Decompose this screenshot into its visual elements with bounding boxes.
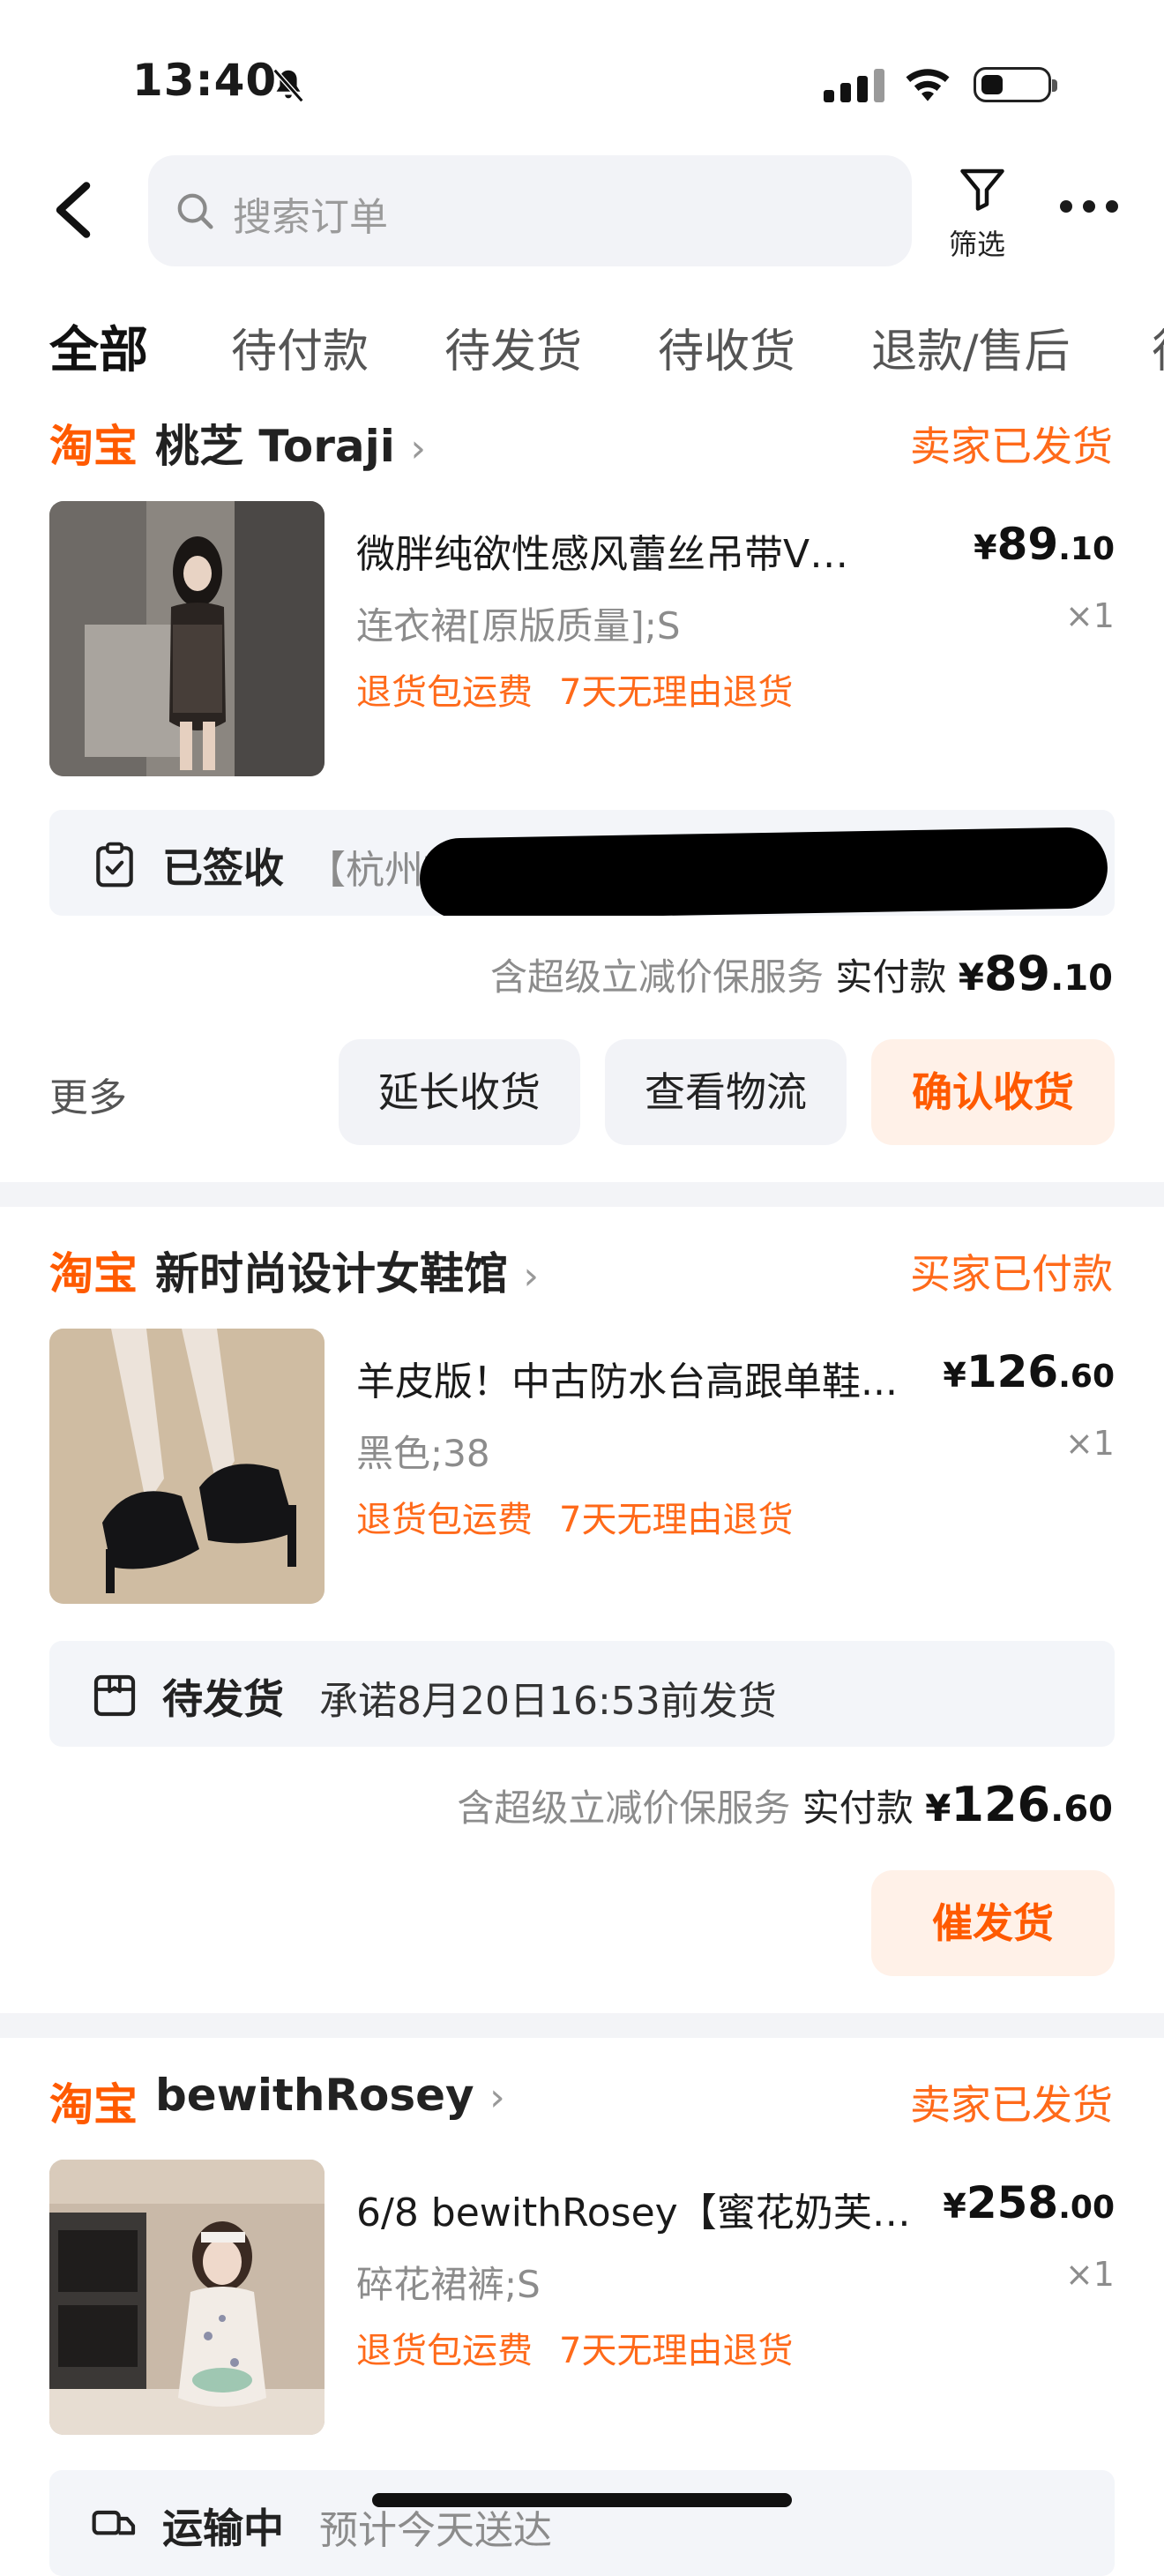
total-currency: ¥	[958, 955, 984, 999]
logistics-bar[interactable]: 运输中 预计今天送达	[49, 2470, 1115, 2576]
product-image[interactable]	[49, 1329, 325, 1604]
logistics-bar[interactable]: 待发货 承诺8月20日16:53前发货	[49, 1641, 1115, 1747]
chevron-right-icon: ›	[489, 2075, 505, 2120]
product-spec: 碎花裙裤;S	[356, 2263, 541, 2306]
filter-icon[interactable]	[956, 162, 1009, 215]
total-amount: ¥89.10	[958, 946, 1113, 1001]
product-price: ¥126.60	[943, 1346, 1115, 1397]
tag-7-day-return: 7天无理由退货	[559, 672, 794, 713]
total-decimal: .60	[1050, 1789, 1113, 1830]
logistics-status: 已签收	[162, 844, 284, 892]
price-decimal: .60	[1058, 1359, 1115, 1395]
search-placeholder: 搜索订单	[233, 195, 388, 240]
filter-label[interactable]: 筛选	[949, 222, 1005, 263]
more-options-icon[interactable]	[1060, 199, 1129, 216]
tab-all[interactable]: 全部	[49, 311, 148, 382]
bell-muted-icon	[272, 68, 304, 103]
order-status: 卖家已发货	[910, 423, 1113, 470]
chevron-right-icon: ›	[523, 1254, 540, 1299]
tag-7-day-return: 7天无理由退货	[559, 1500, 794, 1540]
product-title[interactable]: 羊皮版！中古防水台高跟单鞋...	[356, 1350, 929, 1406]
urge-shipment-button[interactable]: 催发货	[871, 1870, 1115, 1976]
price-decimal: .10	[1058, 531, 1115, 567]
card-divider	[0, 1182, 1164, 1207]
total-integer: 126	[951, 1777, 1051, 1832]
tab-pending-shipment[interactable]: 待发货	[444, 314, 582, 380]
order-status: 卖家已发货	[910, 2081, 1113, 2129]
shop-name-label: bewithRosey	[155, 2070, 474, 2121]
tab-more[interactable]: 待	[1152, 314, 1164, 380]
service-tags: 退货包运费 7天无理由退货	[356, 663, 819, 715]
total-note: 含超级立减价保服务	[490, 955, 824, 999]
shop-name-label: 新时尚设计女鞋馆	[155, 1248, 508, 1299]
order-total: 含超级立减价保服务 实付款 ¥126.60	[457, 1777, 1113, 1832]
currency-symbol: ¥	[943, 2187, 966, 2226]
price-integer: 126	[966, 1346, 1059, 1397]
order-status: 买家已付款	[910, 1250, 1113, 1298]
search-input[interactable]: 搜索订单	[148, 155, 912, 266]
extend-receipt-button[interactable]: 延长收货	[339, 1039, 580, 1145]
chevron-right-icon: ›	[410, 426, 426, 471]
view-logistics-button[interactable]: 查看物流	[605, 1039, 847, 1145]
battery-icon	[974, 67, 1057, 102]
product-title[interactable]: 微胖纯欲性感风蕾丝吊带V领包...	[356, 522, 877, 579]
product-image[interactable]	[49, 2160, 325, 2435]
total-amount: ¥126.60	[925, 1777, 1113, 1832]
tag-free-return-shipping: 退货包运费	[356, 2331, 533, 2371]
product-image[interactable]	[49, 501, 325, 776]
total-label: 实付款	[802, 1786, 914, 1830]
tag-free-return-shipping: 退货包运费	[356, 1500, 533, 1540]
card-divider	[0, 2013, 1164, 2038]
shop-name-label: 桃芝 Toraji	[155, 421, 395, 472]
currency-symbol: ¥	[974, 528, 997, 567]
shop-name[interactable]: 新时尚设计女鞋馆 ›	[155, 1239, 539, 1302]
platform-logo: 淘宝	[49, 421, 138, 472]
tab-refund-aftersale[interactable]: 退款/售后	[871, 314, 1071, 380]
product-price: ¥258.00	[943, 2177, 1115, 2228]
status-time: 13:40	[132, 55, 278, 106]
tab-pending-receipt[interactable]: 待收货	[658, 314, 795, 380]
wifi-icon	[906, 69, 950, 101]
product-qty: ×1	[1064, 596, 1115, 635]
product-spec: 连衣裙[原版质量];S	[356, 604, 681, 648]
product-title[interactable]: 6/8 bewithRosey【蜜花奶芙】...	[356, 2181, 938, 2237]
logistics-status: 待发货	[162, 1675, 284, 1723]
logistics-detail: 承诺8月20日16:53前发货	[319, 1679, 777, 1724]
service-tags: 退货包运费 7天无理由退货	[356, 1491, 819, 1542]
total-label: 实付款	[835, 955, 947, 999]
tab-pending-payment[interactable]: 待付款	[231, 314, 369, 380]
tag-free-return-shipping: 退货包运费	[356, 672, 533, 713]
product-qty: ×1	[1064, 2255, 1115, 2294]
logistics-bar[interactable]: 已签收 【杭州市】快件...	[49, 810, 1115, 916]
clipboard-check-icon	[96, 842, 133, 887]
back-arrow-icon[interactable]	[51, 181, 95, 239]
platform-logo: 淘宝	[49, 2079, 138, 2130]
total-decimal: .10	[1050, 958, 1113, 999]
total-currency: ¥	[925, 1786, 951, 1830]
home-indicator	[372, 2493, 792, 2507]
product-qty: ×1	[1064, 1424, 1115, 1463]
shop-name[interactable]: bewithRosey ›	[155, 2070, 505, 2121]
currency-symbol: ¥	[943, 1356, 966, 1395]
platform-logo: 淘宝	[49, 1248, 138, 1299]
price-integer: 89	[996, 519, 1059, 570]
search-icon	[177, 193, 213, 229]
service-tags: 退货包运费 7天无理由退货	[356, 2322, 819, 2373]
logistics-status: 运输中	[162, 2505, 284, 2552]
signal-icon	[824, 69, 891, 102]
order-total: 含超级立减价保服务 实付款 ¥89.10	[490, 946, 1113, 1001]
price-decimal: .00	[1058, 2190, 1115, 2226]
total-note: 含超级立减价保服务	[457, 1786, 791, 1830]
shop-name[interactable]: 桃芝 Toraji ›	[155, 411, 426, 475]
tag-7-day-return: 7天无理由退货	[559, 2331, 794, 2371]
redaction-mark	[419, 827, 1108, 916]
product-spec: 黑色;38	[356, 1432, 490, 1475]
package-icon	[93, 1674, 136, 1717]
truck-icon	[92, 2510, 136, 2535]
product-price: ¥89.10	[974, 519, 1115, 570]
more-actions-link[interactable]: 更多	[49, 1066, 127, 1122]
total-integer: 89	[983, 946, 1051, 1001]
price-integer: 258	[966, 2177, 1059, 2228]
confirm-receipt-button[interactable]: 确认收货	[871, 1039, 1115, 1145]
